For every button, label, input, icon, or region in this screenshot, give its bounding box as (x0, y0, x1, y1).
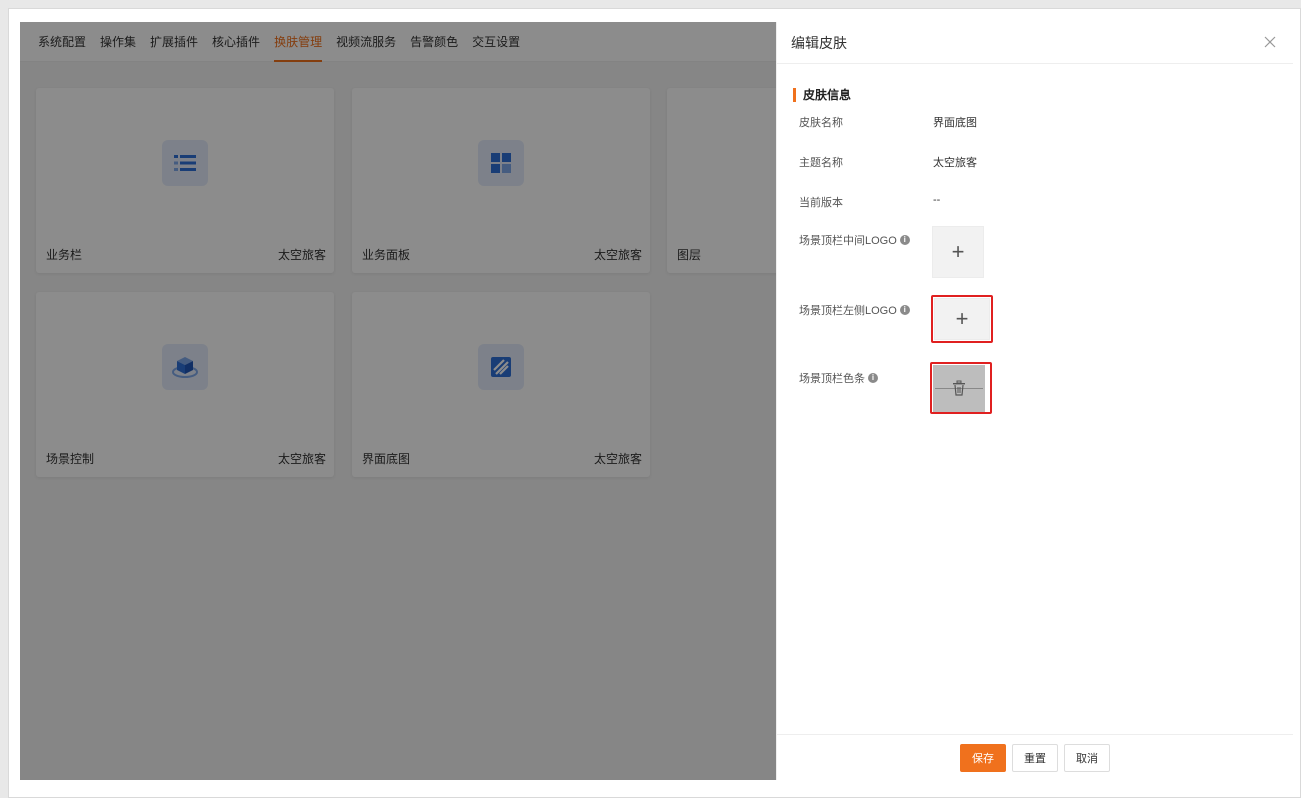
drawer-footer: 保存 重置 取消 (777, 734, 1293, 780)
field-logo-center: 场景顶栏中间LOGO i (799, 232, 933, 248)
field-theme-name: 主题名称 太空旅客 (799, 154, 977, 170)
field-logo-left: 场景顶栏左侧LOGO i (799, 302, 933, 318)
field-version: 当前版本 -- (799, 194, 940, 210)
drawer-title: 编辑皮肤 (791, 34, 847, 51)
field-value: -- (933, 194, 941, 206)
highlight-box (930, 362, 992, 414)
field-value: 界面底图 (933, 117, 977, 129)
modal-mask[interactable] (20, 22, 776, 780)
close-icon[interactable] (1263, 35, 1279, 51)
field-value: 太空旅客 (933, 157, 977, 169)
field-color-bar: 场景顶栏色条 i (799, 370, 933, 386)
field-label: 场景顶栏中间LOGO (799, 235, 897, 247)
info-icon[interactable]: i (899, 235, 910, 245)
cancel-button[interactable]: 取消 (1064, 743, 1110, 772)
field-skin-name: 皮肤名称 界面底图 (799, 114, 977, 130)
plus-icon: + (951, 239, 965, 264)
section-title: 皮肤信息 (793, 88, 851, 102)
save-button[interactable]: 保存 (960, 743, 1006, 772)
field-label: 场景顶栏左侧LOGO (799, 305, 897, 317)
info-icon[interactable]: i (899, 305, 910, 315)
field-label: 当前版本 (799, 197, 843, 209)
reset-button[interactable]: 重置 (1012, 743, 1058, 772)
field-label: 主题名称 (799, 157, 843, 169)
field-label: 皮肤名称 (799, 117, 843, 129)
highlight-box (931, 295, 993, 343)
edit-skin-drawer: 编辑皮肤 皮肤信息 皮肤名称 界面底图 主题名称 太空旅客 当前版本 -- 场景… (776, 22, 1293, 780)
logo-center-upload[interactable]: + (932, 226, 984, 278)
info-icon[interactable]: i (868, 373, 878, 383)
field-label: 场景顶栏色条 (799, 373, 865, 385)
